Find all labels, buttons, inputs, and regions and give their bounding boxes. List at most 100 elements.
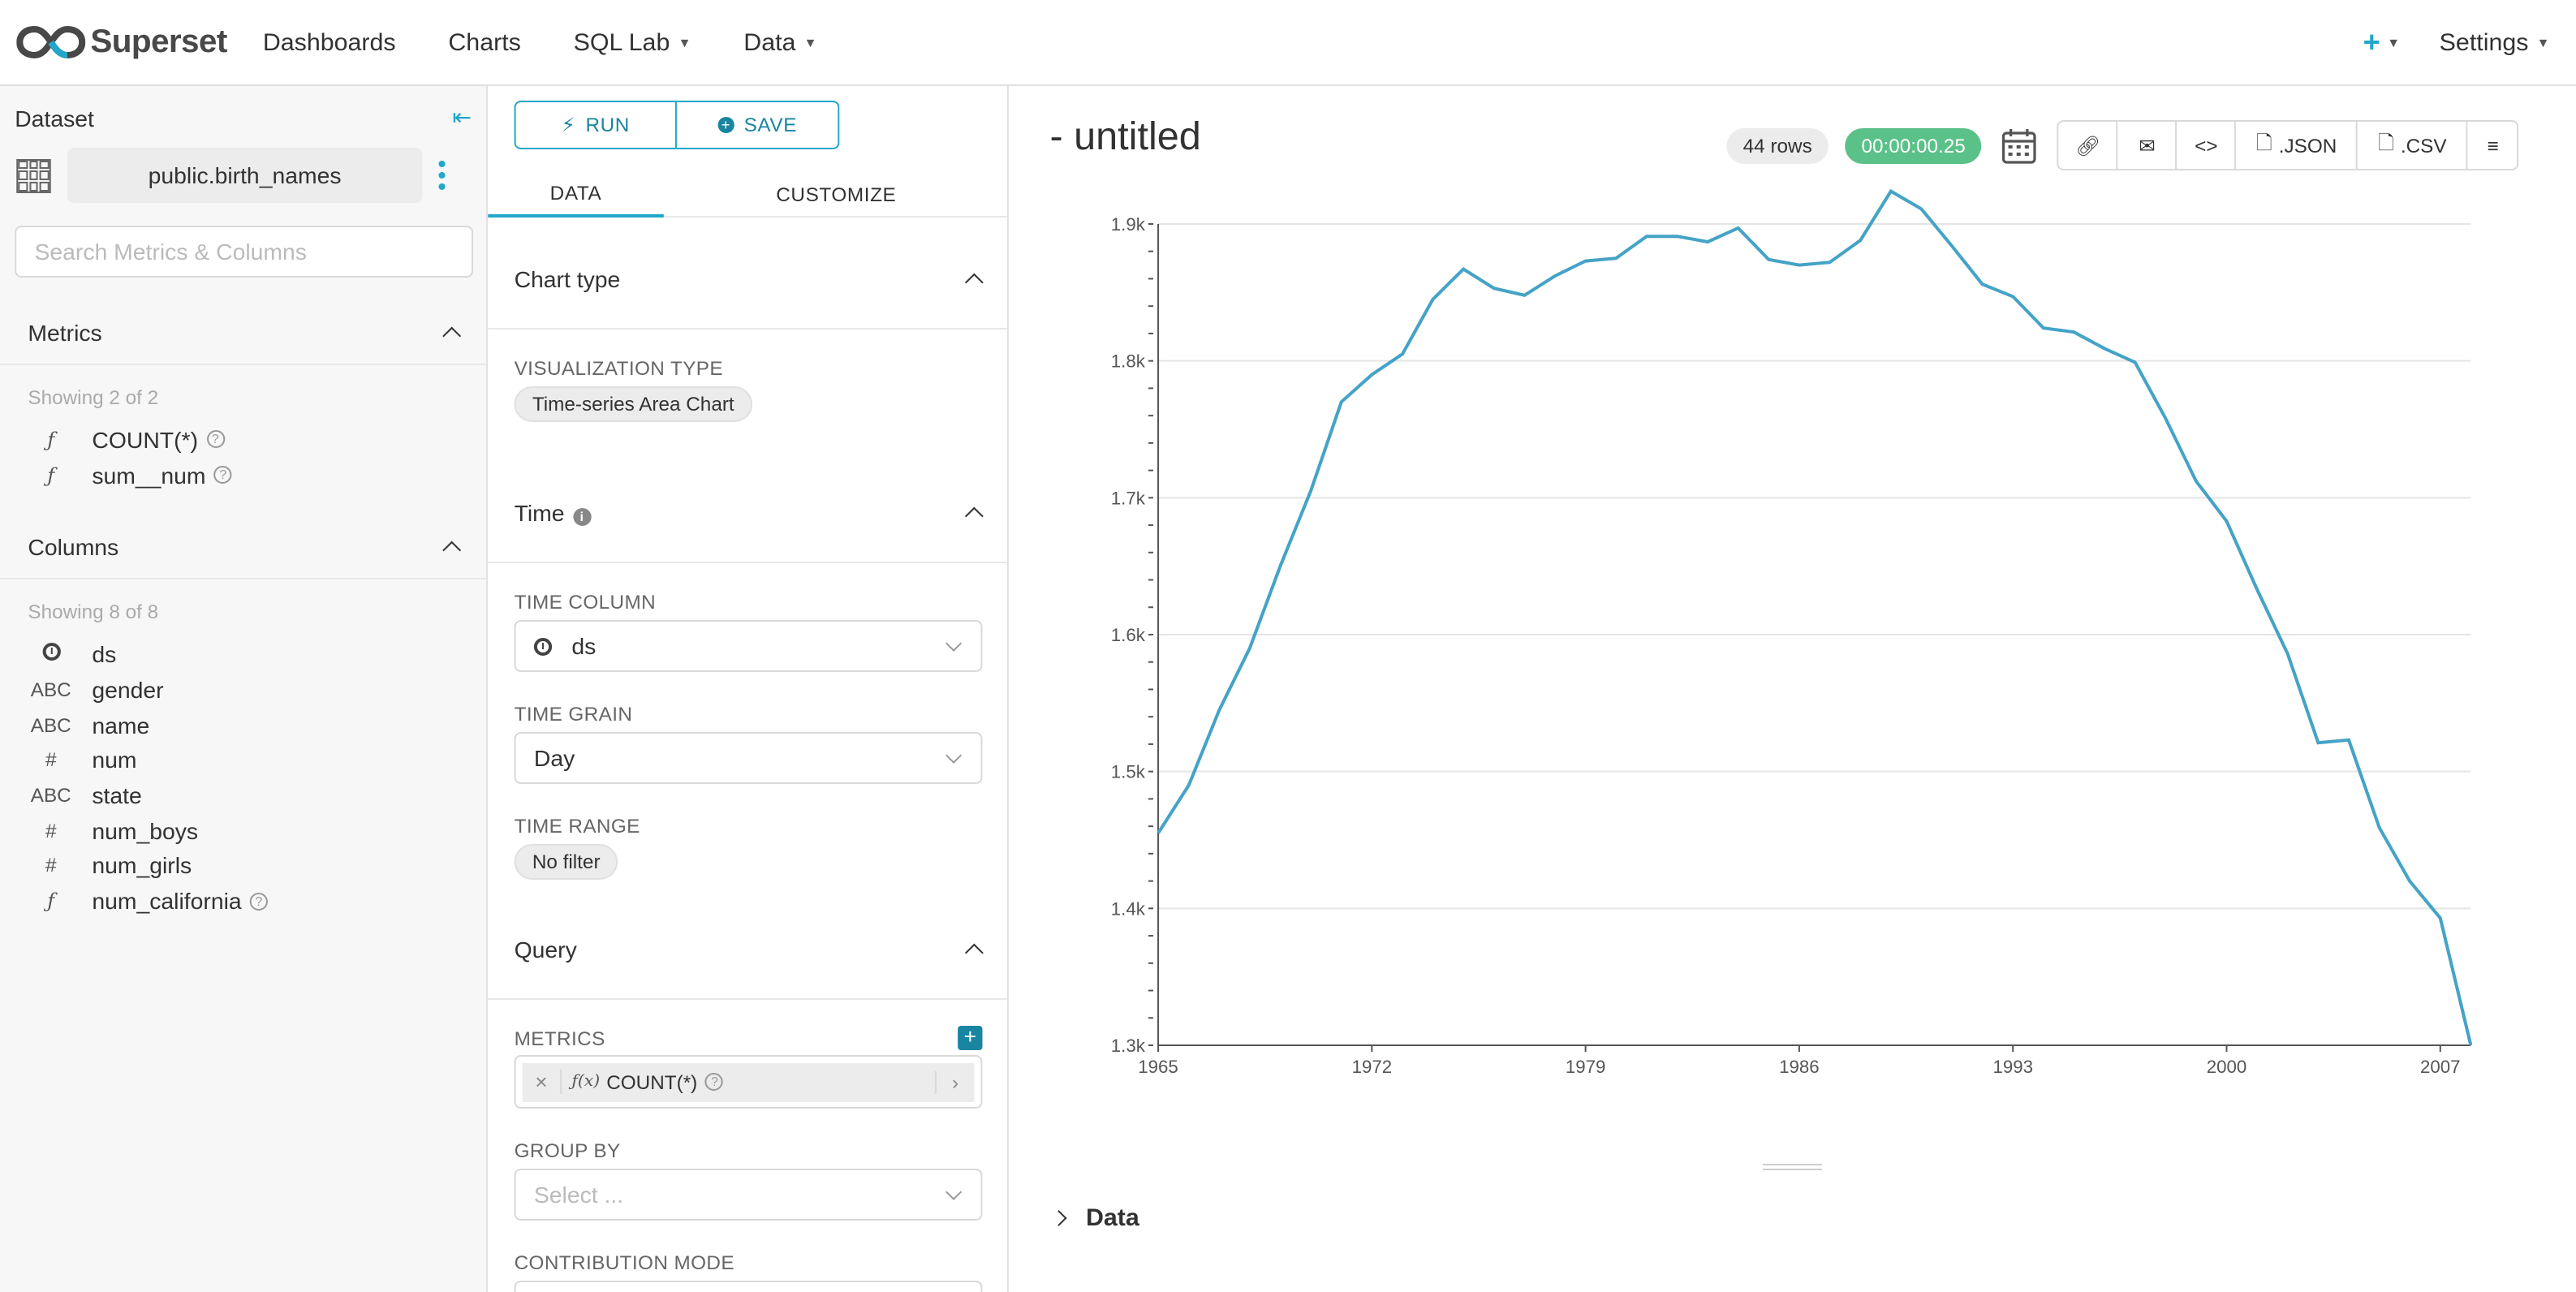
metrics-section-header[interactable]: Metrics bbox=[0, 300, 487, 365]
dataset-name[interactable]: public.birth_names bbox=[67, 148, 423, 203]
remove-icon[interactable]: × bbox=[523, 1070, 562, 1094]
chevron-right-icon bbox=[1050, 1210, 1067, 1226]
caret-down-icon: ▼ bbox=[678, 35, 691, 50]
control-panel: ⚡︎ RUN + SAVE DATA CUSTOMIZE Chart type … bbox=[488, 86, 1009, 1292]
field-columns-row[interactable]: ABC name bbox=[0, 708, 486, 743]
chevron-right-icon[interactable]: › bbox=[934, 1070, 975, 1093]
field-columns-row[interactable]: # num bbox=[0, 743, 486, 777]
viz-type-pill[interactable]: Time-series Area Chart bbox=[514, 386, 752, 422]
x-tick-label: 2007 bbox=[2420, 1057, 2461, 1077]
help-icon: ? bbox=[705, 1073, 724, 1091]
x-tick-label: 1979 bbox=[1566, 1057, 1606, 1077]
y-tick-label: 1.4k bbox=[1111, 898, 1146, 919]
field-name: state bbox=[92, 782, 142, 808]
x-tick-label: 1993 bbox=[1992, 1057, 2033, 1077]
time-grain-value: Day bbox=[533, 745, 575, 771]
field-columns-row[interactable]: # num_girls bbox=[0, 848, 486, 883]
field-name: sum__num bbox=[92, 462, 206, 489]
field-metrics-row[interactable]: ƒ COUNT(*)? bbox=[0, 422, 486, 457]
viz-type-label: VISUALIZATION TYPE bbox=[514, 357, 724, 380]
resize-handle[interactable] bbox=[1762, 1164, 1822, 1170]
number-type-icon: # bbox=[45, 819, 57, 842]
field-metrics-row[interactable]: ƒ sum__num? bbox=[0, 457, 486, 492]
info-icon[interactable]: i bbox=[572, 507, 591, 525]
field-name: num bbox=[92, 747, 137, 773]
nav-charts-label: Charts bbox=[448, 28, 521, 56]
field-columns-row[interactable]: # num_boys bbox=[0, 813, 486, 848]
function-icon: ƒ(x) bbox=[571, 1073, 601, 1091]
field-name: name bbox=[92, 712, 150, 739]
time-title: Time bbox=[514, 499, 565, 525]
columns-section-header[interactable]: Columns bbox=[0, 515, 487, 580]
chevron-up-icon bbox=[442, 541, 462, 561]
string-type-icon: ABC bbox=[30, 678, 71, 701]
dataset-menu-icon[interactable] bbox=[438, 161, 446, 190]
collapse-panel-icon[interactable]: ⇤ bbox=[452, 104, 472, 131]
run-button[interactable]: ⚡︎ RUN bbox=[514, 101, 677, 149]
time-column-select[interactable]: ds bbox=[514, 620, 983, 672]
y-tick-label: 1.5k bbox=[1111, 762, 1146, 782]
time-range-pill[interactable]: No filter bbox=[514, 844, 618, 880]
time-section-header[interactable]: Time i bbox=[488, 463, 1007, 563]
chart-type-section-header[interactable]: Chart type bbox=[488, 229, 1007, 329]
metric-chip[interactable]: × ƒ(x) COUNT(*) ? › bbox=[522, 1062, 975, 1101]
time-column-label: TIME COLUMN bbox=[514, 591, 657, 614]
field-columns-row[interactable]: ƒ num_california? bbox=[0, 883, 486, 918]
settings-menu[interactable]: Settings ▼ bbox=[2440, 28, 2550, 56]
dataset-title: Dataset bbox=[15, 105, 94, 131]
brand[interactable]: Superset bbox=[16, 24, 263, 61]
field-columns-row[interactable]: ABC state bbox=[0, 777, 486, 812]
group-by-select[interactable]: Select ... bbox=[514, 1169, 983, 1221]
chevron-down-icon bbox=[946, 635, 963, 652]
chart-type-title: Chart type bbox=[514, 265, 621, 291]
settings-label: Settings bbox=[2439, 28, 2529, 56]
contribution-mode-select[interactable] bbox=[514, 1281, 983, 1292]
help-icon: ? bbox=[206, 430, 225, 449]
y-tick-label: 1.8k bbox=[1111, 351, 1146, 372]
nav-dashboards[interactable]: Dashboards bbox=[263, 28, 396, 56]
nav-charts[interactable]: Charts bbox=[448, 28, 520, 56]
field-columns-row[interactable]: ABC gender bbox=[0, 672, 486, 707]
nav-sql-lab-label: SQL Lab bbox=[573, 28, 670, 56]
string-type-icon: ABC bbox=[30, 713, 71, 737]
nav-sql-lab[interactable]: SQL Lab ▼ bbox=[574, 28, 691, 56]
search-metrics-columns-input[interactable]: Search Metrics & Columns bbox=[15, 226, 473, 278]
contribution-mode-label: CONTRIBUTION MODE bbox=[514, 1251, 734, 1274]
new-menu-button[interactable]: + ▼ bbox=[2363, 25, 2400, 59]
metrics-field[interactable]: × ƒ(x) COUNT(*) ? › bbox=[514, 1055, 983, 1109]
save-button[interactable]: + SAVE bbox=[676, 101, 840, 149]
x-tick-label: 1972 bbox=[1352, 1057, 1393, 1077]
nav-dashboards-label: Dashboards bbox=[262, 28, 396, 56]
number-type-icon: # bbox=[45, 854, 57, 877]
data-section-toggle[interactable]: Data bbox=[1050, 1204, 1139, 1232]
field-columns-row[interactable]: ds bbox=[0, 637, 486, 672]
nav-data[interactable]: Data ▼ bbox=[743, 28, 816, 56]
time-column-value: ds bbox=[571, 633, 597, 659]
run-label: RUN bbox=[585, 114, 630, 136]
query-section-header[interactable]: Query bbox=[488, 899, 1007, 1000]
chevron-down-icon bbox=[946, 1184, 963, 1200]
tab-customize[interactable]: CUSTOMIZE bbox=[664, 170, 1007, 217]
chevron-up-icon bbox=[442, 326, 462, 346]
field-name: gender bbox=[92, 676, 164, 703]
time-grain-select[interactable]: Day bbox=[514, 732, 983, 784]
series-line bbox=[1157, 188, 2473, 1046]
tab-data[interactable]: DATA bbox=[488, 170, 664, 217]
field-name: COUNT(*) bbox=[92, 426, 199, 453]
x-tick-label: 2000 bbox=[2207, 1057, 2247, 1077]
help-icon: ? bbox=[249, 892, 269, 911]
field-name: num_california bbox=[92, 888, 242, 915]
add-metric-icon[interactable]: + bbox=[958, 1025, 983, 1050]
nav-data-label: Data bbox=[743, 28, 796, 56]
line-chart: 1.3k 1.4k 1.5k 1.6k 1.7k 1.8k 1.9k 1965 1972 1979… bbox=[1111, 188, 2473, 1077]
number-type-icon: # bbox=[45, 748, 57, 772]
plus-circle-icon: + bbox=[717, 117, 734, 133]
chevron-up-icon bbox=[964, 273, 984, 292]
help-icon: ? bbox=[213, 466, 232, 484]
metrics-count: Showing 2 of 2 bbox=[28, 386, 159, 409]
save-label: SAVE bbox=[743, 114, 798, 136]
columns-count: Showing 8 of 8 bbox=[28, 601, 159, 624]
function-icon: ƒ bbox=[47, 428, 55, 451]
superset-logo-icon bbox=[16, 25, 86, 59]
metric-chip-label: COUNT(*) bbox=[606, 1070, 698, 1093]
